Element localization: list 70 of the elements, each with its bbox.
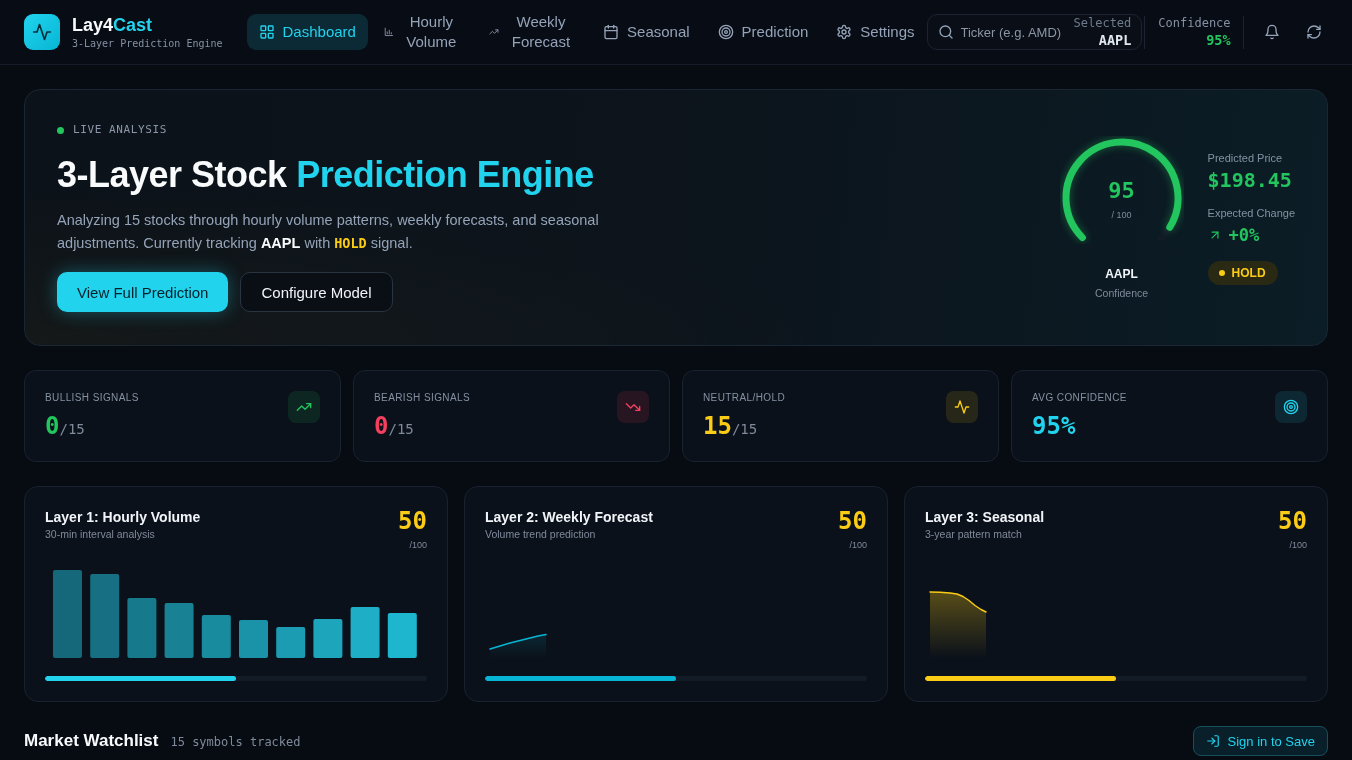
hero-title: 3-Layer Stock Prediction Engine <box>57 153 594 196</box>
change-value: +0% <box>1228 223 1260 246</box>
layer-subtitle: Volume trend prediction <box>485 527 596 541</box>
gauge-caption: Confidence <box>1095 285 1149 300</box>
target-icon <box>1275 391 1307 423</box>
nav-tab[interactable]: Prediction <box>705 14 821 50</box>
layer-subtitle: 3-year pattern match <box>925 527 1022 541</box>
settings-icon <box>836 24 853 40</box>
gauge-ticker: AAPL <box>1105 265 1138 282</box>
target-icon <box>717 24 734 40</box>
live-dot-icon <box>57 126 64 134</box>
stat-value: 0 <box>45 412 60 440</box>
refresh-icon <box>1305 24 1322 40</box>
bar-chart-icon <box>383 27 394 37</box>
symbol-count: 15 symbols tracked <box>170 735 301 749</box>
layer-title: Layer 2: Weekly Forecast <box>485 508 653 527</box>
nav-tab[interactable]: Weekly Forecast <box>477 4 588 60</box>
hero-description: Analyzing 15 stocks through hourly volume patterns, weekly forecasts, and seasonal adjustments. Currently tracking AAPL with HOLD signal. <box>57 211 600 253</box>
primary-button[interactable]: View Full Prediction <box>57 272 229 312</box>
stat-value: 95% <box>1032 412 1076 440</box>
stat-label: BULLISH SIGNALS <box>45 391 139 405</box>
app-title: Lay4Cast <box>72 13 154 36</box>
login-icon <box>1205 734 1220 748</box>
gauge-value: 95 <box>1108 176 1135 205</box>
stat-label: BEARISH SIGNALS <box>374 391 471 405</box>
grid-icon <box>258 24 275 40</box>
stat-value: 15 <box>703 412 732 440</box>
sign-in-button[interactable]: Sign in to Save <box>1192 726 1328 756</box>
score-max: /100 <box>849 539 867 551</box>
pulse-icon <box>24 14 60 50</box>
outline-button[interactable]: Configure Model <box>240 272 393 312</box>
trend-up-icon <box>288 391 320 423</box>
layer-title: Layer 1: Hourly Volume <box>45 508 201 527</box>
change-label: Expected Change <box>1207 205 1295 220</box>
score-value: 50 <box>1278 507 1307 535</box>
nav-tab[interactable]: Seasonal <box>591 14 702 50</box>
selected-label: Selected <box>1073 15 1132 31</box>
trend-down-icon <box>617 391 649 423</box>
nav-tab[interactable]: Settings <box>824 14 927 50</box>
trend-up-icon <box>489 27 499 37</box>
dot-icon <box>1218 269 1225 276</box>
price-label: Predicted Price <box>1207 150 1283 165</box>
score-value: 50 <box>398 507 427 535</box>
confidence-value: 95% <box>1206 30 1231 49</box>
price-value: $198.45 <box>1207 166 1292 193</box>
layer-title: Layer 3: Seasonal <box>925 508 1045 527</box>
signal-label: HOLD <box>1231 264 1266 281</box>
stat-total: /15 <box>59 421 85 437</box>
search-icon <box>937 24 954 40</box>
stat-label: AVG CONFIDENCE <box>1032 391 1127 405</box>
bell-icon <box>1263 24 1280 40</box>
score-value: 50 <box>838 507 867 535</box>
stat-label: NEUTRAL/HOLD <box>703 391 786 405</box>
stat-value: 0 <box>374 412 389 440</box>
layer-subtitle: 30-min interval analysis <box>45 527 155 541</box>
stat-total: /15 <box>388 421 414 437</box>
app-subtitle: 3-Layer Prediction Engine <box>72 36 223 51</box>
pulse-icon <box>946 391 978 423</box>
section-title: Market Watchlist <box>24 730 159 752</box>
search-input[interactable]: Ticker (e.g. AMD) <box>960 24 1064 40</box>
score-max: /100 <box>1289 539 1307 551</box>
calendar-icon <box>603 24 620 40</box>
gauge-max: / 100 <box>1111 208 1132 221</box>
selected-ticker: AAPL <box>1098 30 1132 49</box>
score-max: /100 <box>409 539 427 551</box>
live-label: LIVE ANALYSIS <box>73 123 167 137</box>
nav-tab[interactable]: Dashboard <box>246 14 368 50</box>
stat-total: /15 <box>731 421 758 437</box>
confidence-label: Confidence <box>1158 15 1231 31</box>
nav-tab[interactable]: Hourly Volume <box>371 4 474 60</box>
